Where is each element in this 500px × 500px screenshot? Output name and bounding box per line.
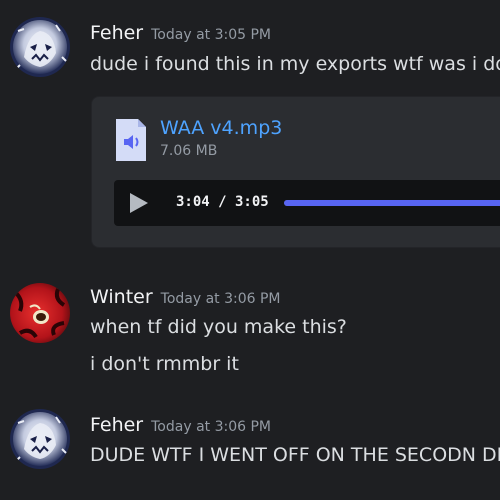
username[interactable]: Feher	[90, 22, 143, 44]
feher-avatar-image	[10, 409, 70, 469]
message-header: Feher Today at 3:06 PM	[90, 414, 271, 436]
chat-log: Feher Today at 3:05 PM dude i found this …	[0, 0, 500, 500]
avatar-feher[interactable]	[10, 17, 70, 77]
message-text: DUDE WTF I WENT OFF ON THE SECODN DROP	[90, 444, 500, 466]
audio-file-icon	[116, 119, 146, 161]
message-header: Winter Today at 3:06 PM	[90, 286, 281, 308]
file-size: 7.06 MB	[160, 143, 218, 159]
message-text: i don't rmmbr it	[90, 353, 239, 375]
timestamp[interactable]: Today at 3:05 PM	[151, 27, 271, 43]
play-icon[interactable]	[126, 191, 150, 215]
file-name-link[interactable]: WAA v4.mp3	[160, 117, 282, 139]
timestamp[interactable]: Today at 3:06 PM	[161, 291, 281, 307]
feher-avatar-image	[10, 17, 70, 77]
username[interactable]: Winter	[90, 286, 153, 308]
winter-avatar-image	[10, 283, 70, 343]
message-header: Feher Today at 3:05 PM	[90, 22, 271, 44]
username[interactable]: Feher	[90, 414, 143, 436]
message-text: when tf did you make this?	[90, 316, 347, 338]
progress-bar[interactable]	[284, 200, 500, 206]
avatar-winter[interactable]	[10, 283, 70, 343]
audio-player: 3:04 / 3:05	[114, 180, 500, 226]
avatar-feher[interactable]	[10, 409, 70, 469]
playback-time: 3:04 / 3:05	[176, 194, 269, 210]
progress-fill	[284, 200, 500, 206]
timestamp[interactable]: Today at 3:06 PM	[151, 419, 271, 435]
audio-attachment: WAA v4.mp3 7.06 MB 3:04 / 3:05	[91, 96, 500, 248]
message-text: dude i found this in my exports wtf was …	[90, 53, 500, 75]
